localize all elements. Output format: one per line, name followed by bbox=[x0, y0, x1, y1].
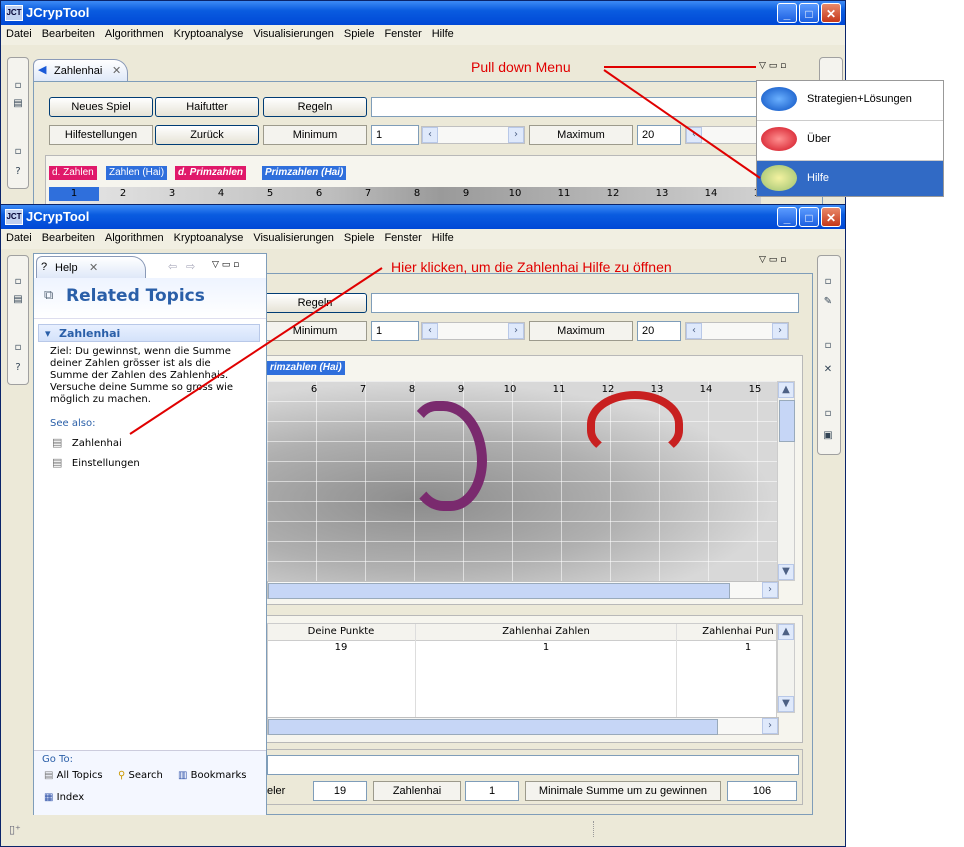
annotation-arrows bbox=[129, 66, 761, 435]
pull-down-arrow-line bbox=[603, 69, 761, 179]
help-arrow-line bbox=[129, 267, 383, 435]
